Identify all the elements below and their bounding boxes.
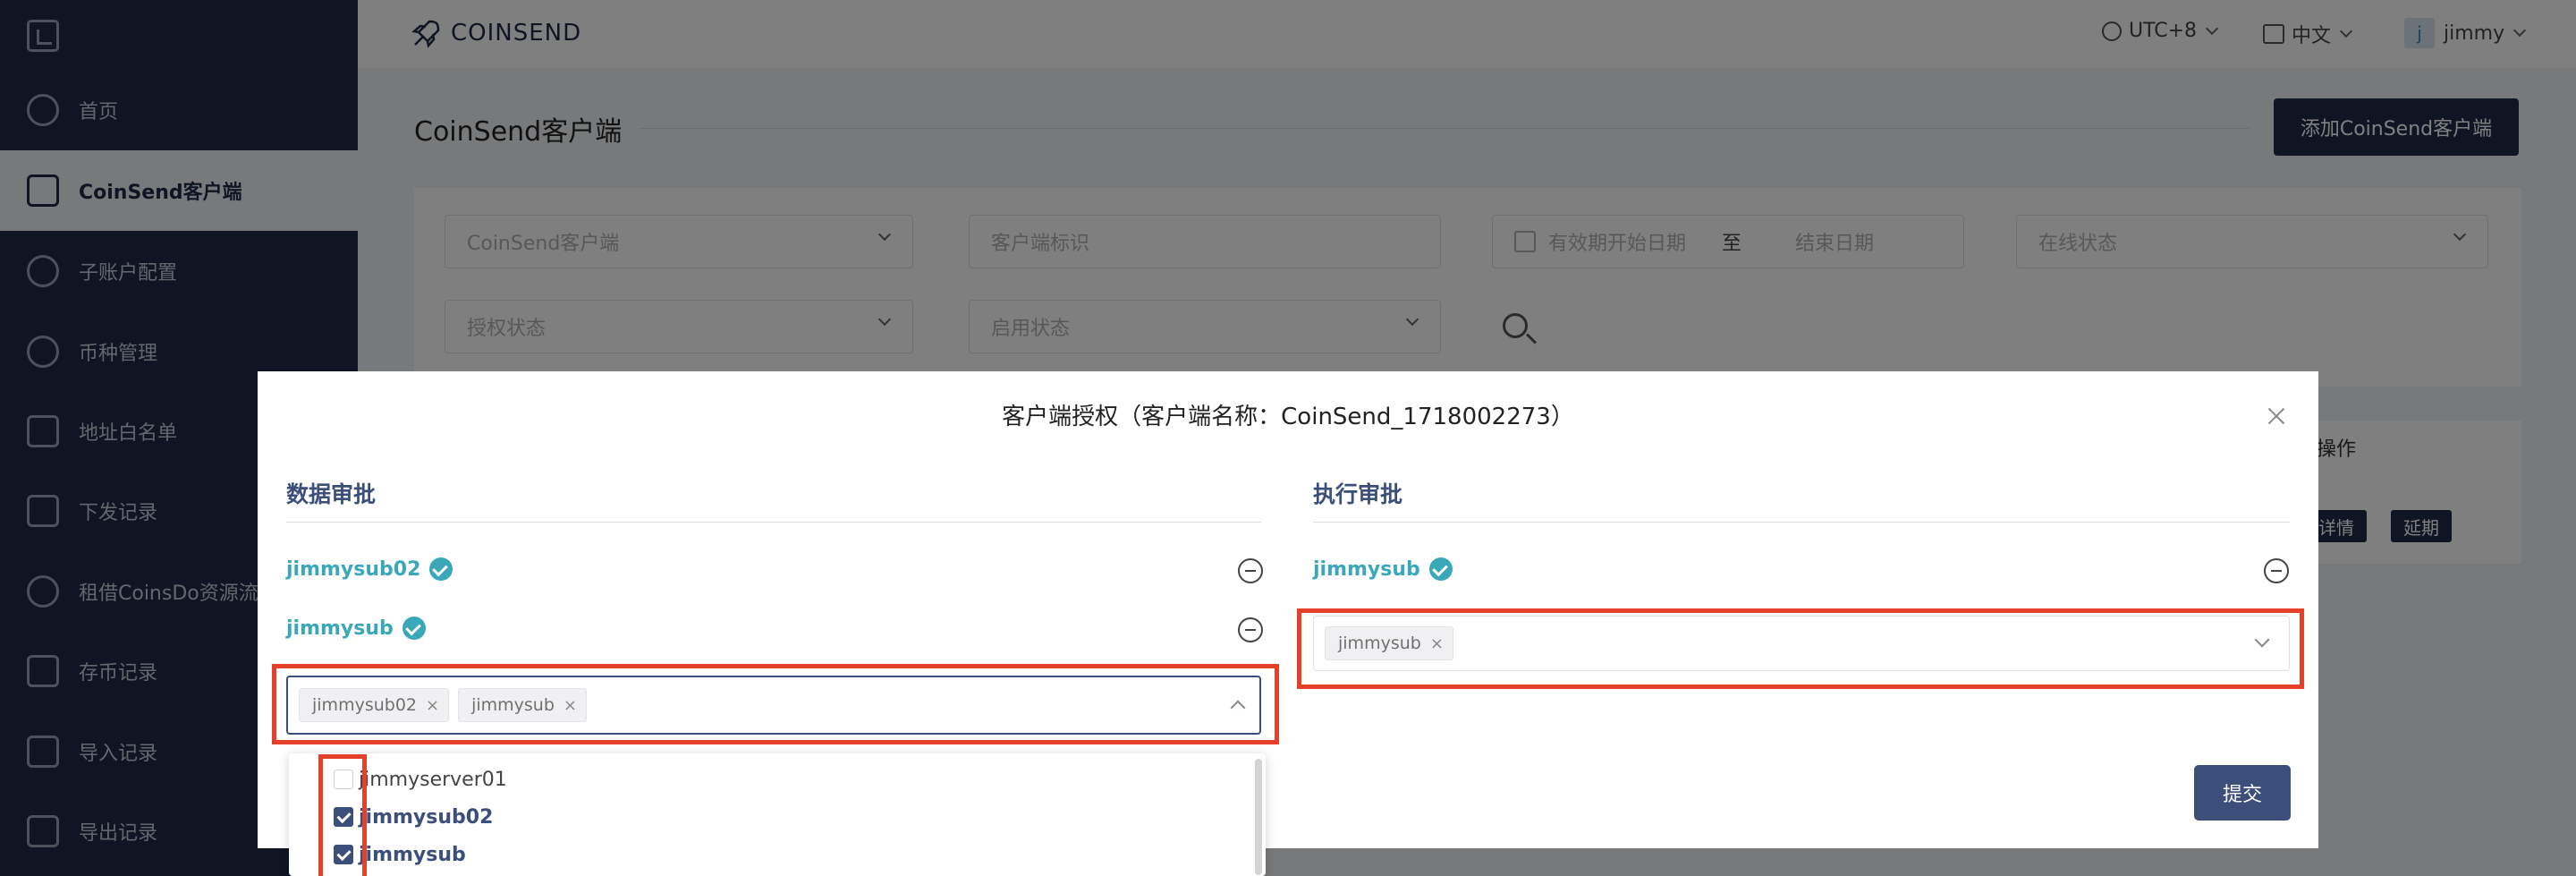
highlight-box xyxy=(318,754,367,876)
remove-approver-icon[interactable] xyxy=(2264,558,2289,583)
scrollbar[interactable] xyxy=(1255,759,1262,875)
check-circle-icon xyxy=(402,617,426,640)
approver-name: jimmysub02 xyxy=(286,557,421,581)
data-approval-heading: 数据审批 xyxy=(286,481,377,507)
option-jimmysub[interactable]: jimmysub xyxy=(289,836,1266,873)
check-circle-icon xyxy=(429,557,453,581)
divider xyxy=(1313,522,2290,523)
option-jimmyserver01[interactable]: jimmyserver01 xyxy=(289,761,1266,798)
check-circle-icon xyxy=(1428,557,1453,581)
approver-name: jimmysub xyxy=(1313,557,1420,581)
approver-name: jimmysub xyxy=(286,617,394,640)
option-label: jimmysub xyxy=(359,843,466,866)
highlight-box xyxy=(1297,608,2304,689)
close-icon[interactable] xyxy=(2266,405,2287,427)
exec-approval-heading: 执行审批 xyxy=(1313,481,1403,507)
highlight-box xyxy=(272,664,1279,744)
approver-options-dropdown: jimmyserver01 jimmysub02 jimmysub xyxy=(289,753,1266,876)
remove-approver-icon[interactable] xyxy=(1238,617,1263,642)
option-label: jimmyserver01 xyxy=(359,768,507,791)
exec-approver-1: jimmysub xyxy=(1313,557,1453,581)
divider xyxy=(286,522,1261,523)
modal-title: 客户端授权（客户端名称：CoinSend_1718002273） xyxy=(1002,404,1574,430)
submit-button[interactable]: 提交 xyxy=(2194,765,2291,821)
option-label: jimmysub02 xyxy=(359,805,494,829)
option-jimmysub02[interactable]: jimmysub02 xyxy=(289,798,1266,836)
remove-approver-icon[interactable] xyxy=(1238,558,1263,583)
data-approver-1: jimmysub02 xyxy=(286,557,453,581)
data-approver-2: jimmysub xyxy=(286,617,426,640)
